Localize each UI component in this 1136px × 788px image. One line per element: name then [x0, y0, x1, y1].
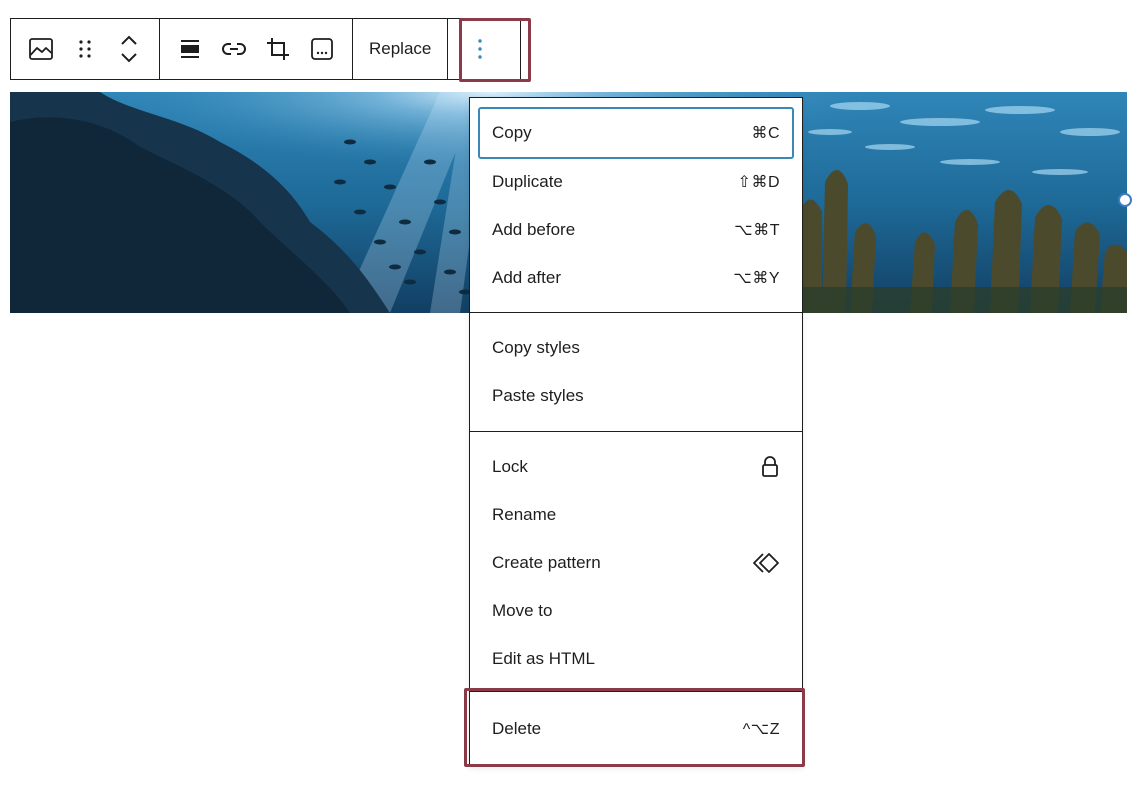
- menu-item-label: Edit as HTML: [492, 649, 595, 668]
- menu-item-add-after[interactable]: Add after ⌥⌘Y: [478, 254, 794, 302]
- menu-item-lock[interactable]: Lock: [478, 443, 794, 491]
- menu-item-label: Delete: [492, 719, 542, 738]
- toolbar-group-replace: Replace: [353, 19, 449, 79]
- menu-item-label: Add after: [492, 268, 561, 287]
- menu-item-add-before[interactable]: Add before ⌥⌘T: [478, 206, 794, 254]
- toolbar-group-block: [11, 19, 160, 79]
- menu-item-label: Lock: [492, 457, 528, 476]
- caption-icon: [309, 36, 335, 62]
- more-vertical-icon: [477, 38, 483, 60]
- align-icon: [178, 37, 202, 61]
- menu-item-copy[interactable]: Copy ⌘C: [478, 107, 794, 159]
- crop-icon: [265, 36, 291, 62]
- menu-item-shortcut: ^⌥Z: [742, 721, 780, 738]
- chevron-down-icon: [120, 52, 138, 64]
- menu-item-shortcut: ⌥⌘Y: [733, 270, 780, 287]
- menu-item-label: Create pattern: [492, 553, 601, 572]
- menu-item-label: Copy styles: [492, 338, 580, 357]
- move-up-button[interactable]: [120, 34, 138, 46]
- align-button[interactable]: [170, 29, 210, 69]
- menu-item-label: Move to: [492, 601, 553, 620]
- menu-item-move-to[interactable]: Move to: [478, 587, 794, 635]
- menu-item-duplicate[interactable]: Duplicate ⇧⌘D: [478, 158, 794, 206]
- symbol-icon: [752, 552, 780, 574]
- menu-divider: [470, 691, 802, 692]
- toolbar-group-tools: [160, 19, 353, 79]
- menu-item-delete[interactable]: Delete ^⌥Z: [478, 705, 794, 753]
- move-down-button[interactable]: [120, 52, 138, 64]
- toolbar-group-options: [448, 19, 520, 79]
- menu-item-label: Duplicate: [492, 172, 563, 191]
- menu-item-paste-styles[interactable]: Paste styles: [478, 372, 794, 420]
- replace-button[interactable]: Replace: [363, 29, 437, 69]
- menu-item-label: Add before: [492, 220, 576, 239]
- drag-handle-icon: [77, 37, 93, 61]
- drag-button[interactable]: [65, 29, 105, 69]
- lock-icon: [760, 455, 780, 479]
- block-toolbar: Replace: [10, 18, 522, 80]
- chevron-up-icon: [120, 34, 138, 46]
- menu-item-edit-as-html[interactable]: Edit as HTML: [478, 635, 794, 683]
- block-mover: [109, 21, 149, 77]
- link-icon: [221, 37, 247, 61]
- menu-item-shortcut: ⌥⌘T: [734, 222, 780, 239]
- menu-divider: [470, 312, 802, 313]
- block-options-menu: Copy ⌘C Duplicate ⇧⌘D Add before ⌥⌘T Add…: [469, 97, 803, 767]
- editor-canvas: Replace Copy ⌘C Duplicate ⇧⌘D Add before…: [0, 0, 1136, 788]
- options-button[interactable]: [460, 29, 500, 69]
- menu-item-label: Paste styles: [492, 386, 584, 405]
- menu-item-label: Rename: [492, 505, 557, 524]
- menu-item-label: Copy: [492, 123, 532, 142]
- menu-item-create-pattern[interactable]: Create pattern: [478, 539, 794, 587]
- crop-button[interactable]: [258, 29, 298, 69]
- menu-item-rename[interactable]: Rename: [478, 491, 794, 539]
- menu-item-shortcut: ⇧⌘D: [737, 174, 780, 191]
- block-type-button[interactable]: [21, 29, 61, 69]
- resize-handle[interactable]: [1118, 193, 1132, 207]
- menu-item-copy-styles[interactable]: Copy styles: [478, 324, 794, 372]
- link-button[interactable]: [214, 29, 254, 69]
- menu-divider: [470, 431, 802, 432]
- image-icon: [28, 36, 54, 62]
- menu-item-shortcut: ⌘C: [751, 125, 780, 142]
- caption-button[interactable]: [302, 29, 342, 69]
